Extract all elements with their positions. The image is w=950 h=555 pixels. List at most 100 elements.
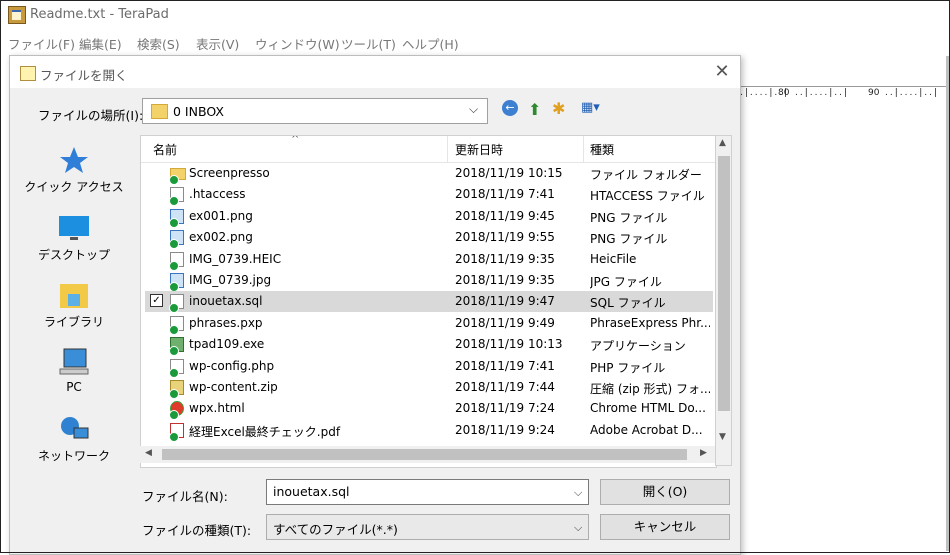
view-menu-icon[interactable]: ▦▾ <box>581 100 600 115</box>
ruler: .|....|..| 80 ..|....|..| 90 ..|....|..| <box>740 86 950 102</box>
look-in-dropdown[interactable]: 0 INBOX ⌵ <box>142 98 488 124</box>
file-name: phrases.pxp <box>189 315 263 330</box>
filename-input[interactable]: inouetax.sql <box>266 479 589 505</box>
file-row[interactable]: ex002.png 2018/11/19 9:55 PNG ファイル <box>145 227 713 250</box>
back-arrow-icon[interactable]: ← <box>502 100 518 116</box>
file-name: ex002.png <box>189 230 253 245</box>
horizontal-scrollbar[interactable]: ◀ ▶ <box>140 446 715 463</box>
file-name: IMG_0739.jpg <box>189 273 272 287</box>
column-divider[interactable] <box>447 136 448 162</box>
file-row[interactable]: IMG_0739.jpg 2018/11/19 9:35 JPG ファイル <box>145 270 713 292</box>
file-row[interactable]: tpad109.exe 2018/11/19 10:13 アプリケーション <box>145 334 713 357</box>
scroll-thumb[interactable] <box>718 156 730 411</box>
file-type: Chrome HTML Do... <box>590 401 706 416</box>
cancel-button[interactable]: キャンセル <box>600 514 730 540</box>
chevron-down-icon[interactable]: ▼ <box>719 432 726 442</box>
place-network[interactable]: ネットワーク <box>19 414 129 464</box>
file-row[interactable]: IMG_0739.HEIC 2018/11/19 9:35 HeicFile <box>145 249 713 271</box>
file-date: 2018/11/19 9:45 <box>455 208 555 223</box>
star-icon <box>58 145 90 175</box>
menu-file[interactable]: ファイル(F) <box>8 34 75 53</box>
file-row[interactable]: 経理Excel最終チェック.pdf 2018/11/19 9:24 Adobe Ac… <box>145 420 713 442</box>
column-name-header[interactable]: 名前 <box>153 141 177 158</box>
file-row[interactable]: ✓ inouetax.sql 2018/11/19 9:47 SQL ファイル <box>145 291 713 314</box>
file-name: wp-config.php <box>189 358 275 373</box>
menu-tools[interactable]: ツール(T) <box>341 34 396 53</box>
file-name: ex001.png <box>189 208 253 223</box>
file-date: 2018/11/19 9:55 <box>455 230 555 245</box>
file-type: アプリケーション <box>590 339 686 354</box>
folder-icon <box>151 104 168 119</box>
menu-view[interactable]: 表示(V) <box>196 34 239 53</box>
file-date: 2018/11/19 9:24 <box>455 422 555 437</box>
editor-area[interactable] <box>740 101 948 551</box>
place-libraries[interactable]: ライブラリ <box>19 280 129 330</box>
file-name: tpad109.exe <box>189 337 265 352</box>
sync-status-icon <box>169 431 179 442</box>
file-row[interactable]: wp-config.php 2018/11/19 7:41 PHP ファイル <box>145 356 713 378</box>
file-row[interactable]: .htaccess 2018/11/19 7:41 HTACCESS ファイル <box>145 184 713 207</box>
open-file-dialog: ファイルを開く ✕ ファイルの場所(I): 0 INBOX ⌵ ← ⬆ ✱ ▦▾… <box>9 55 741 555</box>
file-name: wpx.html <box>189 401 245 416</box>
file-row[interactable]: ex001.png 2018/11/19 9:45 PNG ファイル <box>145 206 713 228</box>
column-type-header[interactable]: 種類 <box>590 141 614 158</box>
file-type: 圧縮 (zip 形式) フォ... <box>590 382 710 396</box>
chevron-down-icon: ⌵ <box>469 102 479 116</box>
file-name: Screenpresso <box>189 166 270 180</box>
file-type: PNG ファイル <box>590 210 668 225</box>
filetype-label: ファイルの種類(T): <box>142 523 252 538</box>
column-divider[interactable] <box>583 136 584 162</box>
file-date: 2018/11/19 7:24 <box>455 401 555 416</box>
chevron-down-icon[interactable]: ⌵ <box>574 521 582 535</box>
menu-help[interactable]: ヘルプ(H) <box>402 34 459 53</box>
close-icon[interactable]: ✕ <box>710 60 734 84</box>
menu-bar: ファイル(F) 編集(E) 検索(S) 表示(V) ウィンドウ(W) ツール(T… <box>0 30 950 54</box>
menu-window[interactable]: ウィンドウ(W) <box>255 34 340 53</box>
window-edge <box>946 56 949 551</box>
up-folder-icon[interactable]: ⬆ <box>528 100 541 119</box>
file-list[interactable]: ^ 名前 更新日時 種類 Screenpresso 2018/11/19 10:1… <box>140 135 717 468</box>
chevron-down-icon[interactable]: ⌵ <box>574 486 582 500</box>
vertical-scrollbar[interactable]: ▲ ▼ <box>715 135 732 466</box>
main-titlebar: Readme.txt - TeraPad <box>0 0 950 30</box>
place-label: ネットワーク <box>37 449 110 463</box>
place-pc[interactable]: PC <box>19 347 129 394</box>
places-bar: クイック アクセス デスクトップ ライブラリ PC ネットワーク <box>19 135 129 551</box>
new-folder-icon[interactable]: ✱ <box>552 99 565 118</box>
checkbox-icon[interactable]: ✓ <box>150 294 163 308</box>
file-type: JPG ファイル <box>590 275 662 289</box>
file-type: HeicFile <box>590 251 637 266</box>
dialog-titlebar: ファイルを開く ✕ <box>10 56 740 88</box>
place-desktop[interactable]: デスクトップ <box>19 213 129 263</box>
filetype-select[interactable]: すべてのファイル(*.*) <box>266 514 589 540</box>
pc-icon <box>58 347 90 377</box>
place-quick-access[interactable]: クイック アクセス <box>19 145 129 195</box>
file-row[interactable]: wp-content.zip 2018/11/19 7:44 圧縮 (zip 形式)… <box>145 377 713 399</box>
file-row[interactable]: wpx.html 2018/11/19 7:24 Chrome HTML Do... <box>145 398 713 421</box>
menu-search[interactable]: 検索(S) <box>137 34 180 53</box>
place-label: PC <box>66 380 82 394</box>
sort-ascending-icon: ^ <box>291 135 300 145</box>
chevron-up-icon[interactable]: ▲ <box>719 138 726 148</box>
file-row[interactable]: Screenpresso 2018/11/19 10:15 ファイル フォルダー <box>145 163 713 185</box>
chevron-left-icon[interactable]: ◀ <box>145 448 152 458</box>
file-date: 2018/11/19 7:44 <box>455 380 555 394</box>
file-name: inouetax.sql <box>189 294 263 309</box>
filename-label: ファイル名(N): <box>142 489 228 504</box>
library-icon <box>58 280 90 310</box>
ruler-label-90: 90 <box>868 88 880 98</box>
menu-edit[interactable]: 編集(E) <box>79 34 122 53</box>
desktop-icon <box>58 213 90 243</box>
terapad-app-icon <box>8 6 26 24</box>
open-button[interactable]: 開く(O) <box>600 479 730 505</box>
file-type: ファイル フォルダー <box>590 168 702 182</box>
folder-open-icon <box>20 66 36 81</box>
column-headers: ^ 名前 更新日時 種類 <box>141 136 716 163</box>
chevron-right-icon[interactable]: ▶ <box>700 448 707 458</box>
scroll-thumb[interactable] <box>162 449 687 460</box>
file-row[interactable]: phrases.pxp 2018/11/19 9:49 PhraseExpress … <box>145 313 713 335</box>
file-date: 2018/11/19 10:13 <box>455 337 563 352</box>
column-date-header[interactable]: 更新日時 <box>455 141 503 158</box>
file-date: 2018/11/19 10:15 <box>455 166 563 180</box>
look-in-value: 0 INBOX <box>173 104 224 119</box>
